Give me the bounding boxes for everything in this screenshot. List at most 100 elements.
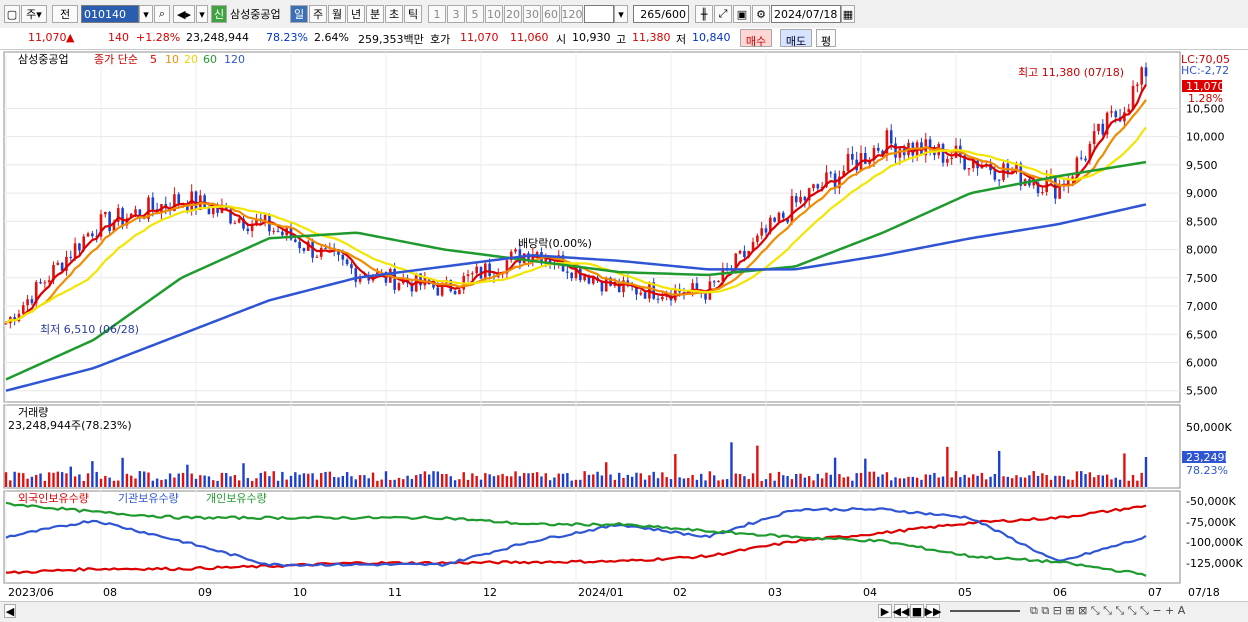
stock-chart[interactable]: 10,50010,0009,5009,0008,5008,0007,5007,0…: [0, 50, 1248, 603]
volume-bar: [445, 474, 448, 487]
volume-bar: [1010, 478, 1014, 487]
volume-bar: [864, 458, 867, 487]
date-input[interactable]: 2024/07/18: [771, 5, 841, 23]
volume-bar: [1101, 475, 1105, 487]
interval-1[interactable]: 1: [428, 5, 446, 23]
volume-bar: [190, 473, 193, 487]
volume-bar: [52, 472, 55, 487]
volume-bar: [617, 472, 621, 487]
volume-bar: [497, 475, 500, 487]
candle-body: [56, 262, 60, 265]
volume-bar: [1041, 473, 1044, 487]
interval-5[interactable]: 5: [466, 5, 484, 23]
period-type-select[interactable]: 주 ▾: [21, 5, 47, 23]
price-tick-label: 5,500: [1186, 385, 1218, 398]
sell-button[interactable]: 매도: [780, 29, 812, 48]
interval-30[interactable]: 30: [523, 5, 541, 23]
scrollbar[interactable]: ◀ ▶ ◀◀ ■ ▶▶ ⧉ ⧉ ⊟ ⊞ ⊠ ⤡ ⤡ ⤡ ⤡ ⤡ − + A: [0, 601, 1248, 622]
speaker-dropdown-icon[interactable]: ▾: [196, 5, 208, 23]
volume-bar: [510, 476, 513, 487]
candle-icon[interactable]: ╫: [695, 5, 713, 23]
candle-body: [246, 228, 250, 232]
tab-year[interactable]: 년: [347, 5, 365, 23]
speaker-icon[interactable]: ◀▸: [173, 5, 195, 23]
holdings-legend-inst: 기관보유수량: [118, 492, 179, 505]
volume-bar: [820, 478, 824, 487]
candle-body: [276, 230, 280, 232]
tab-minute[interactable]: 분: [366, 5, 384, 23]
interval-10[interactable]: 10: [485, 5, 503, 23]
volume-bar: [993, 473, 997, 487]
price-value: 11,070: [28, 31, 67, 44]
save-icon[interactable]: ▣: [733, 5, 751, 23]
holdings-axis-0: -50,000K: [1186, 495, 1236, 508]
new-badge-label: 신: [213, 8, 225, 21]
rewind-icon[interactable]: ◀◀: [893, 604, 909, 618]
low-value: 10,840: [692, 31, 731, 44]
chart-area[interactable]: 10,500 10,000 9,500 9,000 8,500 8,000 7,500 7,0…: [0, 50, 1248, 603]
volume-bar: [626, 474, 630, 487]
search-icon[interactable]: ⌕: [154, 5, 170, 23]
interval-dropdown-icon[interactable]: ▾: [614, 5, 628, 23]
play-icon[interactable]: ▶▶: [925, 604, 941, 618]
candle-body: [350, 264, 353, 269]
code-input[interactable]: 010140: [81, 5, 139, 23]
volume-bar: [117, 480, 120, 487]
scroll-right-icon[interactable]: ▶: [878, 604, 892, 618]
volume-bar: [721, 479, 725, 487]
volume-bar: [898, 478, 902, 487]
volume-bar: [928, 474, 932, 487]
quote-label: 호가: [430, 33, 451, 46]
volume-bar: [967, 477, 971, 487]
zoom-slider[interactable]: [950, 610, 1020, 612]
candle-body: [237, 218, 241, 223]
tab-week[interactable]: 주: [309, 5, 327, 23]
volume-bar: [194, 478, 198, 487]
calendar-icon[interactable]: ▦: [841, 5, 855, 23]
tab-day[interactable]: 일: [290, 5, 308, 23]
last-price-pct: 1.28%: [1188, 92, 1223, 105]
volume-bar: [963, 474, 966, 487]
volume-bar: [514, 471, 517, 487]
interval-3[interactable]: 3: [447, 5, 465, 23]
crosshair-icon[interactable]: ⤢: [714, 5, 732, 23]
interval-120[interactable]: 120: [561, 5, 583, 23]
layout-icon[interactable]: ▢: [4, 5, 20, 23]
candle-body: [1114, 111, 1118, 118]
toolbar: ▢ 주 ▾ 전 010140 ▾ ⌕ ◀▸ ▾ 신 삼성중공업 일 주 월 년 분…: [0, 0, 1248, 29]
volume-bar: [1088, 472, 1092, 487]
eval-button[interactable]: 평: [816, 29, 836, 48]
tab-tick[interactable]: 틱: [404, 5, 422, 23]
volume-bar: [147, 472, 150, 487]
turnover-value: 2.64%: [314, 31, 349, 44]
tab-second[interactable]: 초: [385, 5, 403, 23]
volume-bar: [160, 479, 163, 487]
tool-icons[interactable]: ⧉ ⧉ ⊟ ⊞ ⊠ ⤡ ⤡ ⤡ ⤡ ⤡ − + A: [1030, 604, 1185, 618]
count-input[interactable]: 265/600: [633, 5, 689, 23]
candle-body: [851, 153, 854, 160]
interval-20[interactable]: 20: [504, 5, 522, 23]
buy-button[interactable]: 매수: [740, 29, 772, 48]
volume-bar: [881, 474, 884, 487]
dividend-annotation: 배당락(0.00%): [518, 237, 592, 250]
scroll-left-icon[interactable]: ◀: [4, 604, 16, 618]
tab-month[interactable]: 월: [328, 5, 346, 23]
volume-bar: [609, 474, 612, 487]
volume-bar: [665, 477, 668, 487]
code-dropdown-icon[interactable]: ▾: [139, 5, 153, 23]
volume-bar: [302, 473, 306, 487]
volume-bar: [177, 473, 180, 487]
custom-interval-input[interactable]: [584, 5, 614, 23]
candle-body: [458, 289, 461, 295]
candle-body: [488, 263, 491, 276]
stop-icon[interactable]: ■: [910, 604, 924, 618]
candle-body: [799, 196, 802, 203]
candle-body: [134, 209, 137, 214]
interval-60[interactable]: 60: [542, 5, 560, 23]
candle-body: [829, 172, 833, 174]
range-type-select[interactable]: 전: [52, 5, 78, 23]
gear-icon[interactable]: ⚙: [752, 5, 770, 23]
interval-3-label: 3: [452, 7, 460, 21]
candle-body: [794, 196, 798, 203]
amount-value: 259,353백만: [358, 33, 424, 46]
